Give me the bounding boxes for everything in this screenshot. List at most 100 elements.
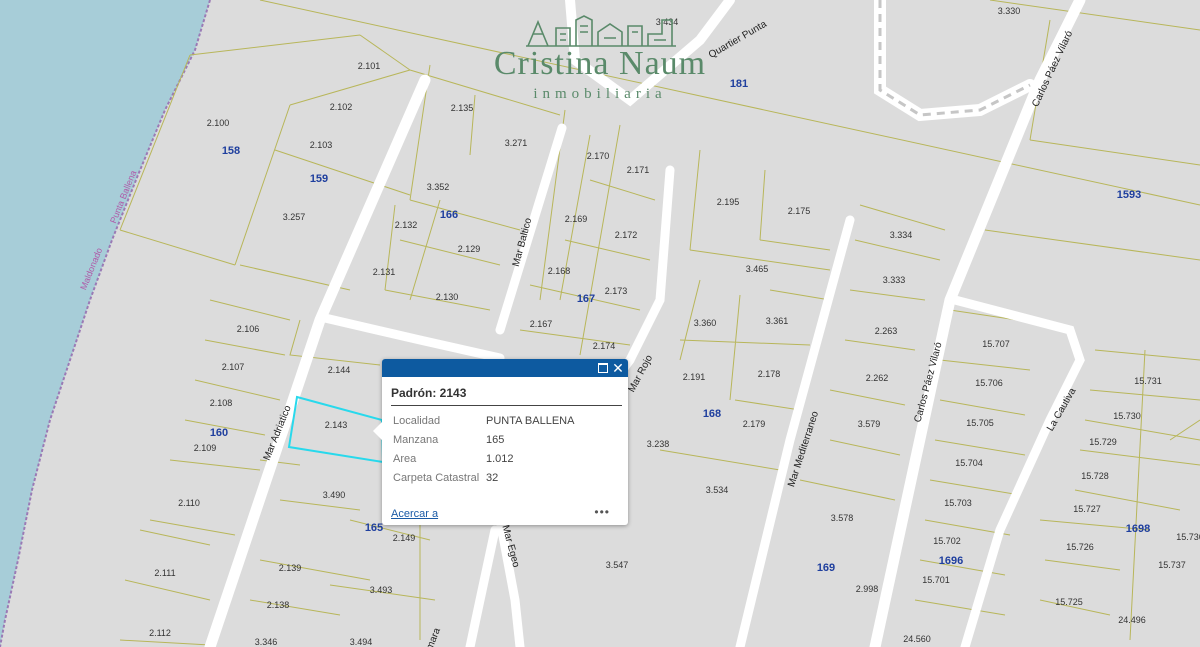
lot-label: 2.102 bbox=[330, 102, 353, 112]
lot-label: 2.106 bbox=[237, 324, 260, 334]
lot-label: 15.704 bbox=[955, 458, 983, 468]
lot-label: 2.169 bbox=[565, 214, 588, 224]
lot-label: 2.132 bbox=[395, 220, 418, 230]
logo-subtitle: inmobiliaria bbox=[533, 86, 667, 102]
lot-label: 3.547 bbox=[606, 560, 629, 570]
lot-label: 3.238 bbox=[647, 439, 670, 449]
attribute-key: Area bbox=[393, 453, 417, 465]
lot-label: 2.168 bbox=[548, 266, 571, 276]
lot-label: 2.191 bbox=[683, 372, 706, 382]
skyline-icon bbox=[526, 15, 676, 47]
more-actions-button[interactable]: ••• bbox=[594, 505, 610, 519]
lot-label: 2.131 bbox=[373, 267, 396, 277]
attribute-key: Carpeta Catastral bbox=[393, 472, 480, 484]
lot-label: 2.112 bbox=[149, 628, 171, 638]
lot-label: 2.100 bbox=[207, 118, 230, 128]
lot-label: 3.333 bbox=[883, 275, 906, 285]
lot-label: 24.560 bbox=[903, 634, 931, 644]
lot-label: 15.706 bbox=[975, 378, 1003, 388]
lot-label: 3.494 bbox=[350, 637, 373, 647]
lot-label: 2.170 bbox=[587, 151, 610, 161]
lot-label: 2.139 bbox=[279, 563, 302, 573]
attribute-value: 165 bbox=[486, 434, 505, 446]
block-number: 168 bbox=[703, 408, 721, 420]
lot-label: 3.578 bbox=[831, 513, 854, 523]
lot-label: 2.103 bbox=[310, 140, 333, 150]
lot-label: 2.175 bbox=[788, 206, 811, 216]
lot-label: 15.702 bbox=[933, 536, 961, 546]
lot-label: 2.263 bbox=[875, 326, 898, 336]
lot-label: 2.107 bbox=[222, 362, 245, 372]
block-number: 1696 bbox=[939, 555, 963, 567]
lot-label: 2.110 bbox=[178, 498, 200, 508]
lot-label: 3.346 bbox=[255, 637, 278, 647]
lot-label: 2.109 bbox=[194, 443, 217, 453]
popup-pointer bbox=[373, 422, 382, 440]
lot-label: 2.111 bbox=[154, 568, 175, 578]
block-number: 159 bbox=[310, 173, 328, 185]
lot-label: 15.701 bbox=[922, 575, 950, 585]
parcel-popup: ✕ Padrón: 2143 Localidad PUNTA BALLENA Ma… bbox=[373, 359, 628, 525]
close-icon[interactable]: ✕ bbox=[612, 359, 624, 377]
lot-label: 3.579 bbox=[858, 419, 881, 429]
lot-label: 3.334 bbox=[890, 230, 913, 240]
lot-label: 2.171 bbox=[627, 165, 650, 175]
lot-label: 2.144 bbox=[328, 365, 351, 375]
lot-label: 15.728 bbox=[1081, 471, 1109, 481]
attribute-value: 32 bbox=[486, 472, 499, 484]
popup-header: ✕ bbox=[382, 359, 628, 377]
block-number: 160 bbox=[210, 427, 228, 439]
lot-label: 15.705 bbox=[966, 418, 994, 428]
block-number: 166 bbox=[440, 209, 458, 221]
popup-divider bbox=[391, 405, 622, 406]
attribute-row-carpeta: Carpeta Catastral 32 bbox=[393, 469, 574, 488]
attribute-key: Localidad bbox=[393, 415, 441, 427]
lot-label: 24.496 bbox=[1118, 615, 1146, 625]
logo-name: Cristina Naum bbox=[493, 45, 707, 82]
lot-label: 2.130 bbox=[436, 292, 459, 302]
lot-label: 3.271 bbox=[505, 138, 528, 148]
lot-label: 2.179 bbox=[743, 419, 766, 429]
lot-label: 3.465 bbox=[746, 264, 769, 274]
lot-label: 15.703 bbox=[944, 498, 972, 508]
zoom-to-link[interactable]: Acercar a bbox=[391, 508, 438, 520]
popup-title: Padrón: 2143 bbox=[391, 386, 467, 400]
attribute-row-manzana: Manzana 165 bbox=[393, 431, 574, 450]
block-number: 158 bbox=[222, 145, 240, 157]
attribute-row-area: Area 1.012 bbox=[393, 450, 574, 469]
block-number: 181 bbox=[730, 78, 748, 90]
lot-label: 2.167 bbox=[530, 319, 553, 329]
lot-label: 3.360 bbox=[694, 318, 717, 328]
attribute-row-localidad: Localidad PUNTA BALLENA bbox=[393, 412, 574, 431]
block-number: 169 bbox=[817, 562, 835, 574]
lot-label: 15.730 bbox=[1113, 411, 1141, 421]
lot-label: 2.143 bbox=[325, 420, 348, 430]
lot-label: 3.490 bbox=[323, 490, 346, 500]
lot-label: 2.101 bbox=[358, 61, 381, 71]
lot-label: 2.138 bbox=[267, 600, 290, 610]
block-number: 167 bbox=[577, 293, 595, 305]
lot-label: 2.195 bbox=[717, 197, 740, 207]
lot-label: 2.149 bbox=[393, 533, 416, 543]
lot-label: 15.736 bbox=[1176, 532, 1200, 542]
lot-label: 2.998 bbox=[856, 584, 879, 594]
maximize-icon[interactable] bbox=[598, 363, 608, 373]
block-number: 1698 bbox=[1126, 523, 1150, 535]
lot-label: 2.173 bbox=[605, 286, 628, 296]
lot-label: 15.727 bbox=[1073, 504, 1101, 514]
lot-label: 2.135 bbox=[451, 103, 474, 113]
block-number: 1593 bbox=[1117, 189, 1141, 201]
lot-label: 15.737 bbox=[1158, 560, 1186, 570]
lot-label: 3.361 bbox=[766, 316, 789, 326]
logo: Cristina Naum inmobiliaria bbox=[470, 14, 730, 104]
lot-label: 15.725 bbox=[1055, 597, 1083, 607]
attribute-value: PUNTA BALLENA bbox=[486, 415, 575, 427]
lot-label: 2.129 bbox=[458, 244, 481, 254]
lot-label: 2.174 bbox=[593, 341, 616, 351]
block-number: 165 bbox=[365, 522, 383, 534]
lot-label: 3.330 bbox=[998, 6, 1021, 16]
lot-label: 15.726 bbox=[1066, 542, 1094, 552]
lot-label: 2.262 bbox=[866, 373, 889, 383]
lot-label: 15.707 bbox=[982, 339, 1010, 349]
lot-label: 2.172 bbox=[615, 230, 638, 240]
